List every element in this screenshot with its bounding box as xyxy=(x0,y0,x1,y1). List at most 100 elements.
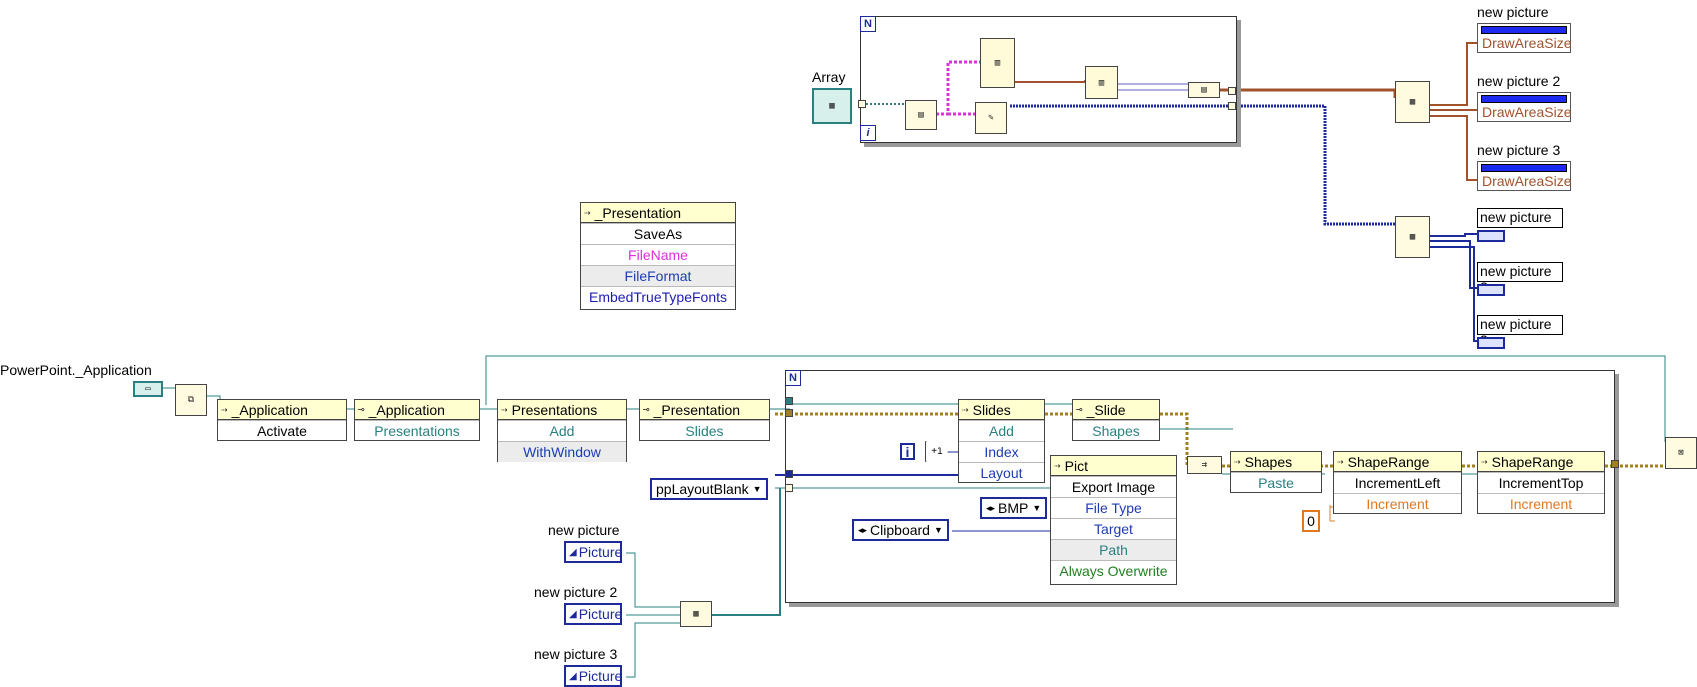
da-label-1: new picture xyxy=(1477,4,1549,20)
invoke-icon: ⇢ xyxy=(1337,455,1344,468)
shaperange-left-node[interactable]: ⇢ ShapeRange IncrementLeft Increment xyxy=(1333,451,1462,514)
shaperange-top-increment: Increment xyxy=(1478,493,1604,514)
zero-constant[interactable]: 0 xyxy=(1302,510,1320,532)
picture-terminal-2[interactable] xyxy=(1477,284,1505,296)
automation-open-node[interactable]: ⧉ xyxy=(175,384,207,416)
picture-terminal-1[interactable] xyxy=(1477,230,1505,242)
app-presentations-prop: Presentations xyxy=(355,420,479,441)
refnum-icon: ▭ xyxy=(145,384,151,394)
property-icon: ⊸ xyxy=(1076,403,1083,416)
pp-app-label: PowerPoint._Application xyxy=(0,362,152,378)
pic-val-3: Picture xyxy=(578,668,623,684)
loop-count-n: N xyxy=(860,16,876,32)
picture-control-1[interactable]: ◢ Picture xyxy=(564,541,622,563)
unbundle-icon: ▥ xyxy=(994,58,1001,68)
shaperange-left-header: ShapeRange xyxy=(1347,453,1430,470)
slides-add-layout: Layout xyxy=(959,462,1044,483)
merge-error-node[interactable]: ⇉ xyxy=(1187,456,1222,474)
invoke-icon: ⇢ xyxy=(1481,455,1488,468)
shapes-paste-header: Shapes xyxy=(1244,453,1293,470)
unbundle-node[interactable]: ▥ xyxy=(980,38,1015,88)
shapes-paste-node[interactable]: ⇢ Shapes Paste xyxy=(1230,451,1322,493)
da-bar-1 xyxy=(1481,26,1567,34)
slides-add-node[interactable]: ⇢ Slides Add Index Layout xyxy=(958,399,1045,483)
layout-enum-text: ppLayoutBlank xyxy=(656,481,749,497)
pict-export-filetype: File Type xyxy=(1051,497,1176,518)
invoke-icon: ⇢ xyxy=(962,403,969,416)
pict-export-node[interactable]: ⇢ Pict Export Image File Type Target Path… xyxy=(1050,455,1177,585)
presentation-slides-prop: Slides xyxy=(640,420,769,441)
pp-app-refnum[interactable]: ▭ xyxy=(133,381,163,397)
pic-val-1: Picture xyxy=(578,544,623,560)
wire-p-2 xyxy=(1430,240,1477,289)
pic-in-label-2: new picture 2 xyxy=(534,584,618,600)
pict-export-method: Export Image xyxy=(1051,476,1176,497)
tunnel-right-2 xyxy=(1228,102,1236,110)
app-presentations-node[interactable]: ⊸ _Application Presentations xyxy=(354,399,480,441)
slide-shapes-node[interactable]: ⊸ _Slide Shapes xyxy=(1072,399,1160,441)
pict-export-path: Path xyxy=(1051,539,1176,560)
shapes-paste-method: Paste xyxy=(1231,472,1321,493)
presentation-slides-node[interactable]: ⊸ _Presentation Slides xyxy=(639,399,770,441)
wire-pic-3 xyxy=(626,622,680,678)
dropdown-arrow-icon: ▼ xyxy=(752,484,762,494)
da-text-1: DrawAreaSize xyxy=(1482,35,1572,51)
saveas-method: SaveAs xyxy=(581,223,735,244)
bundle-icon: ▥ xyxy=(1098,77,1105,88)
target-enum-constant[interactable]: ◂▸ Clipboard ▼ xyxy=(852,519,949,541)
tunnel-error-out xyxy=(1611,460,1619,468)
tunnel-right-1 xyxy=(1228,87,1236,95)
index-array-node-1[interactable]: ▦ xyxy=(1395,81,1430,123)
presentation-saveas-node[interactable]: ⇢ _Presentation SaveAs FileName FileForma… xyxy=(580,202,736,310)
tunnel-left xyxy=(858,100,866,108)
iteration-terminal: i xyxy=(900,443,915,460)
bundle-node[interactable]: ▥ xyxy=(1085,66,1118,99)
wire-brown-main xyxy=(1220,88,1397,98)
picture-glyph-icon: ◢ xyxy=(569,608,577,620)
saveas-embedfonts: EmbedTrueTypeFonts xyxy=(581,286,735,307)
picture-control-2[interactable]: ◢ Picture xyxy=(564,603,622,625)
draw-flattened-node[interactable]: ✎ xyxy=(975,102,1007,134)
dropdown-arrow-icon: ▼ xyxy=(933,525,943,535)
da-text-3: DrawAreaSize xyxy=(1482,173,1572,189)
shaperange-left-method: IncrementLeft xyxy=(1334,472,1461,493)
close-reference-node[interactable]: ⊠ xyxy=(1665,437,1697,469)
numeric-array-icon: ▦ xyxy=(829,101,835,111)
pic-val-2: Picture xyxy=(578,606,623,622)
presentation-slides-header: _Presentation xyxy=(653,401,741,418)
shaperange-top-node[interactable]: ⇢ ShapeRange IncrementTop Increment xyxy=(1477,451,1605,514)
presentations-add-node[interactable]: ⇢ Presentations Add WithWindow xyxy=(497,399,627,462)
picture-terminal-3[interactable] xyxy=(1477,337,1505,349)
automation-open-icon: ⧉ xyxy=(187,395,195,405)
filetype-enum-constant[interactable]: ◂▸ BMP ▼ xyxy=(980,497,1048,519)
array-control[interactable]: ▦ xyxy=(812,88,852,124)
pic-in-label-3: new picture 3 xyxy=(534,646,618,662)
picture-control-3[interactable]: ◢ Picture xyxy=(564,665,622,687)
loop-i-text: i xyxy=(866,127,870,139)
presentations-add-method: Add xyxy=(498,420,626,441)
loop-n-text-2: N xyxy=(789,372,797,384)
picture-glyph-icon: ◢ xyxy=(569,546,577,558)
build-array-icon: ▦ xyxy=(693,609,699,619)
filetype-enum-text: BMP xyxy=(998,500,1029,516)
dropdown-arrow-icon: ▼ xyxy=(1032,503,1042,513)
slide-shapes-prop: Shapes xyxy=(1073,420,1159,441)
invoke-icon: ⇢ xyxy=(584,206,591,219)
slides-add-header: Slides xyxy=(972,401,1011,418)
bundle-small-node[interactable]: ▤ xyxy=(1188,82,1220,98)
app-activate-node[interactable]: ⇢ _Application Activate xyxy=(217,399,347,441)
pict-export-overwrite: Always Overwrite xyxy=(1051,560,1176,581)
layout-enum-constant[interactable]: ppLayoutBlank ▼ xyxy=(650,478,768,500)
build-array-node[interactable]: ▦ xyxy=(680,601,712,627)
pict-export-header: Pict xyxy=(1064,457,1088,474)
picture-indicator-1: new picture xyxy=(1477,208,1563,228)
da-label-2: new picture 2 xyxy=(1477,73,1561,89)
loop-iteration-i: i xyxy=(860,125,876,141)
enum-handle-icon: ◂▸ xyxy=(858,524,868,535)
presentations-add-withwindow: WithWindow xyxy=(498,441,626,462)
tunnel-ref-in xyxy=(785,397,793,405)
png-read-node[interactable]: ▤ xyxy=(905,100,937,130)
index-array-node-2[interactable]: ▦ xyxy=(1395,216,1430,258)
da-bar-2 xyxy=(1481,95,1567,103)
wire-da-1 xyxy=(1430,42,1477,106)
